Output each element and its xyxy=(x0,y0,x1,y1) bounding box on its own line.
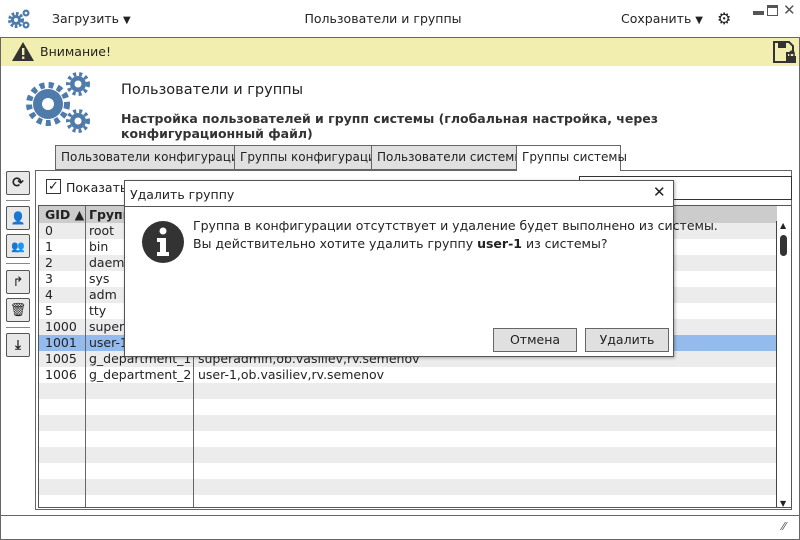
tab-config-groups[interactable]: Группы конфигурации xyxy=(234,145,384,170)
scroll-up-icon[interactable]: ▲ xyxy=(780,221,786,230)
table-row[interactable] xyxy=(39,383,777,399)
maximize-icon[interactable] xyxy=(767,5,778,16)
cancel-button[interactable]: Отмена xyxy=(493,328,577,352)
dialog-text: из системы? xyxy=(521,236,608,251)
delete-group-dialog: Удалить группу ✕ Группа в конфигурации о… xyxy=(124,180,718,357)
separator xyxy=(6,200,30,201)
refresh-icon: ⟳ xyxy=(12,175,24,191)
warning-bar: Внимание! xyxy=(1,38,799,66)
share-icon: ↱ xyxy=(12,274,24,290)
table-row[interactable]: 1006 g_department_2 user-1,ob.vasiliev,rv.… xyxy=(39,367,777,383)
scroll-down-icon[interactable]: ▼ xyxy=(780,499,786,507)
info-icon xyxy=(142,221,184,263)
export-button[interactable]: ↱ xyxy=(6,270,30,294)
save-lock-icon[interactable] xyxy=(773,41,797,64)
table-row[interactable] xyxy=(39,415,777,431)
gid-cell: 1 xyxy=(45,239,53,254)
dialog-text: Вы действительно хотите удалить группу xyxy=(193,236,478,251)
separator xyxy=(6,327,30,328)
table-row[interactable] xyxy=(39,479,777,495)
show-label: Показать xyxy=(66,180,128,195)
status-bar-divider xyxy=(0,515,800,516)
delete-confirm-button[interactable]: Удалить xyxy=(585,328,669,352)
user-button[interactable]: 👤 xyxy=(6,206,30,230)
gid-cell: 2 xyxy=(45,255,53,270)
trash-icon: 🗑 xyxy=(9,302,27,318)
minimize-icon[interactable] xyxy=(753,11,764,15)
dialog-message: Группа в конфигурации отсутствует и удал… xyxy=(193,217,718,253)
dialog-message-line1: Группа в конфигурации отсутствует и удал… xyxy=(193,218,718,233)
warning-text: Внимание! xyxy=(40,44,111,59)
save-menu[interactable]: Сохранить ▼ xyxy=(621,11,703,26)
gid-cell: 3 xyxy=(45,271,53,286)
gid-cell: 5 xyxy=(45,303,53,318)
members-cell: user-1,ob.vasiliev,rv.semenov xyxy=(198,367,385,382)
tab-config-users[interactable]: Пользователи конфигурации xyxy=(55,145,247,170)
group-cell: g_department_2 xyxy=(89,367,192,382)
close-icon[interactable]: ✕ xyxy=(783,1,796,19)
contact-card-icon: 👤 xyxy=(10,211,26,225)
gear-icon[interactable]: ⚙ xyxy=(717,9,731,28)
dialog-divider xyxy=(125,206,673,207)
table-row[interactable] xyxy=(39,463,777,479)
download-icon: ⤓ xyxy=(15,337,21,353)
resize-grip-icon[interactable]: ⁄⁄ xyxy=(782,520,786,533)
header-gears-icon xyxy=(26,72,90,133)
users-group-icon: 👥 xyxy=(11,239,25,253)
scroll-thumb[interactable] xyxy=(780,235,787,256)
gid-cell: 1005 xyxy=(45,351,77,366)
dialog-close-icon[interactable]: ✕ xyxy=(653,183,666,201)
column-divider xyxy=(85,206,86,507)
delete-button[interactable]: 🗑 xyxy=(6,298,30,322)
gid-header[interactable]: GID ▲ xyxy=(45,207,84,222)
gid-cell: 0 xyxy=(45,223,53,238)
show-checkbox[interactable]: ✓ xyxy=(46,179,61,194)
page-subtitle: Настройка пользователей и групп системы … xyxy=(121,111,659,141)
gid-cell: 4 xyxy=(45,287,53,302)
group-button[interactable]: 👥 xyxy=(6,234,30,258)
gid-cell: 1006 xyxy=(45,367,77,382)
gid-cell: 1000 xyxy=(45,319,77,334)
download-button[interactable]: ⤓ xyxy=(6,333,30,357)
gid-cell: 1001 xyxy=(45,335,77,350)
save-label: Сохранить xyxy=(621,11,692,26)
table-row[interactable] xyxy=(39,399,777,415)
table-row[interactable] xyxy=(39,431,777,447)
dialog-message-line2: Вы действительно хотите удалить группу u… xyxy=(193,235,718,253)
tab-system-groups[interactable]: Группы системы xyxy=(516,145,627,171)
page-title: Пользователи и группы xyxy=(121,82,304,98)
dialog-title: Удалить группу xyxy=(130,187,235,202)
title-bar: Загрузить ▼ Пользователи и группы Сохран… xyxy=(0,0,800,38)
warning-icon xyxy=(12,42,34,61)
separator xyxy=(6,263,30,264)
chevron-down-icon: ▼ xyxy=(695,15,703,26)
table-row[interactable] xyxy=(39,447,777,463)
group-name: user-1 xyxy=(477,236,522,251)
refresh-button[interactable]: ⟳ xyxy=(6,171,30,195)
tab-system-users[interactable]: Пользователи системы xyxy=(371,145,524,170)
vertical-scrollbar[interactable]: ▲ ▼ xyxy=(776,221,791,507)
